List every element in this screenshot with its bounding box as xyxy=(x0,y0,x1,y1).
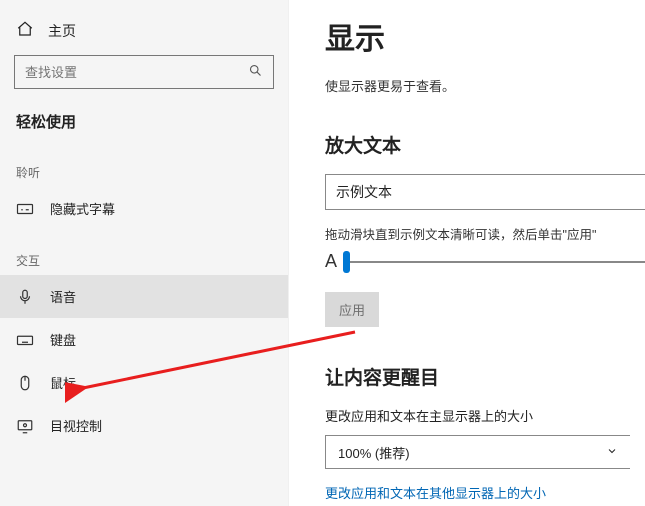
section-content-visible: 让内容更醒目 xyxy=(325,363,645,390)
sidebar-item-speech[interactable]: 语音 xyxy=(0,275,288,318)
sidebar-item-label: 语音 xyxy=(50,287,76,306)
sidebar-item-label: 隐藏式字幕 xyxy=(50,199,115,218)
captions-icon xyxy=(16,200,34,218)
page-subtitle: 使显示器更易于查看。 xyxy=(325,76,645,95)
main-content: 显示 使显示器更易于查看。 放大文本 示例文本 拖动滑块直到示例文本清晰可读，然… xyxy=(289,0,645,506)
text-size-slider[interactable]: A xyxy=(325,251,645,272)
dropdown-value: 100% (推荐) xyxy=(338,443,410,462)
home-icon xyxy=(16,20,34,41)
home-label: 主页 xyxy=(48,21,76,41)
slider-min-label: A xyxy=(325,251,337,272)
sidebar-item-mouse[interactable]: 鼠标 xyxy=(0,361,288,404)
sidebar-item-eye-control[interactable]: 目视控制 xyxy=(0,404,288,447)
search-icon xyxy=(248,63,263,81)
chevron-down-icon xyxy=(606,445,618,460)
home-link[interactable]: 主页 xyxy=(0,12,288,55)
settings-sidebar: 主页 轻松使用 聆听 隐藏式字幕 交互 语音 xyxy=(0,0,289,506)
sidebar-category-interact: 交互 xyxy=(0,230,288,275)
slider-instruction: 拖动滑块直到示例文本清晰可读，然后单击"应用" xyxy=(325,224,645,243)
sidebar-item-label: 目视控制 xyxy=(50,416,102,435)
scale-label: 更改应用和文本在主显示器上的大小 xyxy=(325,406,645,425)
microphone-icon xyxy=(16,288,34,306)
scale-other-link[interactable]: 更改应用和文本在其他显示器上的大小 xyxy=(325,483,645,502)
page-title: 显示 xyxy=(325,14,645,58)
slider-track[interactable] xyxy=(345,261,645,263)
section-enlarge-text: 放大文本 xyxy=(325,131,645,158)
eye-control-icon xyxy=(16,417,34,435)
search-input[interactable] xyxy=(25,65,215,80)
search-input-wrap[interactable] xyxy=(14,55,274,89)
sidebar-item-keyboard[interactable]: 键盘 xyxy=(0,318,288,361)
slider-thumb[interactable] xyxy=(343,251,350,273)
sidebar-item-label: 鼠标 xyxy=(50,373,76,392)
sidebar-item-captions[interactable]: 隐藏式字幕 xyxy=(0,187,288,230)
scale-dropdown[interactable]: 100% (推荐) xyxy=(325,435,630,469)
sample-text-box: 示例文本 xyxy=(325,174,645,210)
mouse-icon xyxy=(16,374,34,392)
sidebar-group-title: 轻松使用 xyxy=(0,107,288,142)
sidebar-category-listen: 聆听 xyxy=(0,142,288,187)
keyboard-icon xyxy=(16,331,34,349)
sidebar-item-label: 键盘 xyxy=(50,330,76,349)
apply-button[interactable]: 应用 xyxy=(325,292,379,327)
